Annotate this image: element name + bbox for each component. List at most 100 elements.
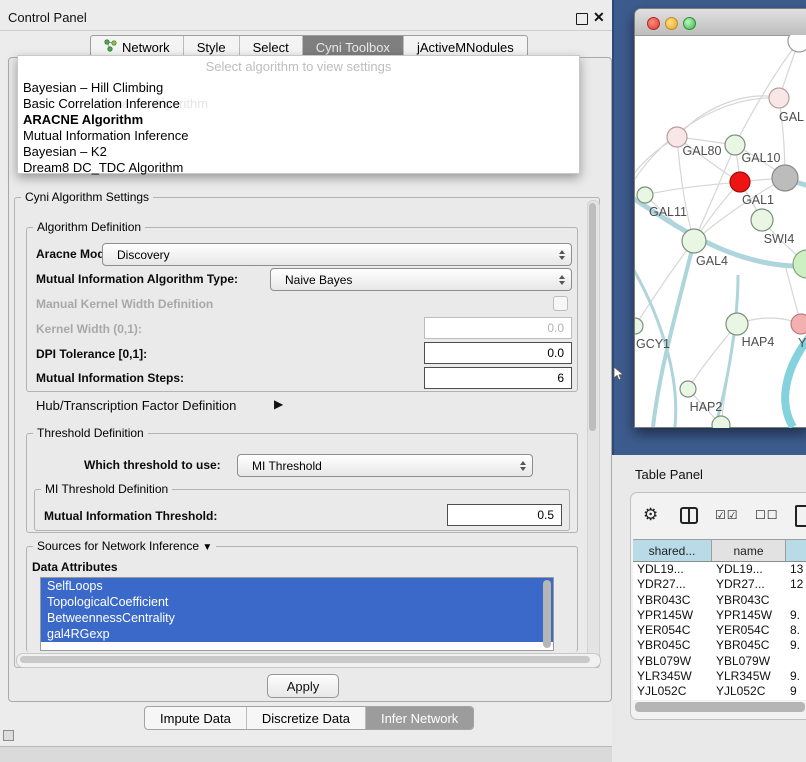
- list-item[interactable]: TopologicalCoefficient: [41, 594, 553, 610]
- network-view-window[interactable]: GAL GAL80 GAL10 GAL1 GAL11 GAL4 SWI4 GCY…: [634, 8, 806, 428]
- bottom-strip: [0, 746, 612, 762]
- list-item[interactable]: BetweennessCentrality: [41, 610, 553, 626]
- algorithm-dropdown-popup: Inference Algorithm Select algorithm to …: [17, 55, 580, 174]
- tab-infer-network[interactable]: Infer Network: [366, 707, 473, 729]
- which-threshold-select[interactable]: MI Threshold: [237, 454, 533, 477]
- hub-section-label[interactable]: Hub/Transcription Factor Definition: [36, 398, 236, 413]
- node-gal4: [682, 229, 706, 253]
- mini-panel-icon[interactable]: [3, 730, 14, 741]
- collapse-arrow-icon[interactable]: ▼: [202, 542, 212, 553]
- menu-item[interactable]: Bayesian – Hill Climbing: [23, 80, 163, 95]
- table-row[interactable]: YBR043C YBR043C: [633, 593, 806, 608]
- node-label: GCY1: [636, 337, 670, 351]
- table-row[interactable]: YPR145W YPR145W 9.: [633, 608, 806, 623]
- apply-button[interactable]: Apply: [267, 674, 339, 698]
- menu-item[interactable]: Dream8 DC_TDC Algorithm: [23, 160, 183, 175]
- sources-group-title: Sources for Network Inference ▼: [33, 539, 216, 553]
- node-hap4: [726, 313, 748, 335]
- table-panel-body: ⚙ ☑☑ ☐☐ shared... name YDL19... YDL19...…: [630, 492, 806, 720]
- table-row[interactable]: YJL052C YJL052C 9: [633, 684, 806, 699]
- menu-item[interactable]: Mutual Information Inference: [23, 128, 188, 143]
- app-screen: Control Panel ✕ Network Style Select Cy: [0, 0, 806, 762]
- table-row[interactable]: YBL079W YBL079W: [633, 654, 806, 669]
- table-row[interactable]: YDR27... YDR27... 12: [633, 577, 806, 592]
- settings-horizontal-scrollbar[interactable]: [16, 653, 601, 668]
- cyni-bottom-tabbar: Impute Data Discretize Data Infer Networ…: [144, 706, 474, 730]
- dpi-tolerance-input[interactable]: 0.0: [424, 342, 572, 364]
- select-all-columns-icon[interactable]: ☑☑: [715, 508, 739, 522]
- mi-threshold-group-title: MI Threshold Definition: [41, 482, 172, 496]
- node-selected-red: [730, 172, 750, 192]
- table-row[interactable]: YER054C YER054C 8.: [633, 623, 806, 638]
- manual-kernel-width-checkbox[interactable]: [553, 296, 568, 311]
- node-gcy1: [635, 318, 643, 334]
- menu-item[interactable]: Bayesian – K2: [23, 144, 107, 159]
- table-row[interactable]: YBR045C YBR045C 9.: [633, 638, 806, 653]
- mi-steps-input[interactable]: 6: [424, 367, 572, 389]
- network-desktop-area: GAL GAL80 GAL10 GAL1 GAL11 GAL4 SWI4 GCY…: [612, 0, 806, 455]
- list-vertical-scrollbar-thumb[interactable]: [543, 580, 551, 648]
- gear-icon[interactable]: ⚙: [643, 505, 658, 525]
- tab-style-label: Style: [197, 40, 226, 55]
- close-icon[interactable]: ✕: [593, 9, 605, 26]
- column-header-shared-name[interactable]: shared...: [633, 540, 712, 561]
- menu-item-highlighted[interactable]: ARACNE Algorithm: [23, 112, 143, 127]
- settings-horizontal-scrollbar-thumb[interactable]: [20, 656, 590, 663]
- node-gray: [772, 165, 798, 191]
- minimize-button[interactable]: [665, 17, 678, 30]
- unselect-all-columns-icon[interactable]: ☐☐: [755, 508, 779, 522]
- data-attributes-label: Data Attributes: [32, 560, 118, 574]
- tab-select-label: Select: [253, 40, 289, 55]
- node-label: GAL10: [742, 151, 781, 165]
- column-header-partial[interactable]: [786, 540, 806, 561]
- stepper-arrows-icon: [559, 250, 565, 260]
- tab-impute-data[interactable]: Impute Data: [145, 707, 247, 729]
- tab-network-label: Network: [122, 40, 170, 55]
- network-graph-canvas[interactable]: GAL GAL80 GAL10 GAL1 GAL11 GAL4 SWI4 GCY…: [635, 35, 806, 428]
- node-label: SWI4: [764, 232, 795, 246]
- zoom-button[interactable]: [683, 17, 696, 30]
- settings-vertical-scrollbar-thumb[interactable]: [589, 203, 596, 431]
- node-label: GAL80: [683, 144, 722, 158]
- tab-jactivemnodules-label: jActiveMNodules: [417, 40, 514, 55]
- aracne-mode-value: Discovery: [117, 248, 170, 262]
- node-label: GAL: [779, 110, 804, 124]
- node-gal11: [637, 187, 653, 203]
- kernel-width-label: Kernel Width (0,1):: [36, 322, 142, 336]
- threshold-definition-title: Threshold Definition: [33, 426, 148, 440]
- stepper-arrows-icon: [559, 275, 565, 285]
- tab-cyni-toolbox-label: Cyni Toolbox: [316, 40, 390, 55]
- which-threshold-label: Which threshold to use:: [84, 458, 221, 472]
- expand-arrow-icon[interactable]: ▶: [274, 397, 283, 411]
- columns-icon[interactable]: [680, 507, 698, 524]
- column-header-name[interactable]: name: [712, 540, 786, 561]
- node-pink: [791, 314, 806, 334]
- list-item[interactable]: SelfLoops: [41, 578, 553, 594]
- kernel-width-input[interactable]: 0.0: [424, 317, 572, 339]
- menu-item[interactable]: Basic Correlation Inference: [23, 96, 180, 111]
- table-row[interactable]: YDL19... YDL19... 13: [633, 562, 806, 577]
- settings-vertical-scrollbar[interactable]: [587, 200, 600, 660]
- table-panel: Table Panel ⚙ ☑☑ ☐☐ shared... name YDL19…: [612, 455, 806, 762]
- mi-algorithm-type-select[interactable]: Naive Bayes: [270, 268, 572, 291]
- node: [712, 416, 730, 428]
- network-icon: [104, 39, 117, 55]
- table-horizontal-scrollbar-thumb[interactable]: [635, 702, 805, 712]
- data-attributes-list[interactable]: SelfLoops TopologicalCoefficient Between…: [40, 577, 554, 651]
- node-attribute-table[interactable]: shared... name YDL19... YDL19... 13 YDR2…: [633, 539, 806, 700]
- mi-threshold-input[interactable]: 0.5: [447, 504, 562, 526]
- list-item[interactable]: gal4RGexp: [41, 626, 553, 642]
- network-window-titlebar[interactable]: [635, 9, 806, 36]
- table-row[interactable]: YLR345W YLR345W 9.: [633, 669, 806, 684]
- aracne-mode-select[interactable]: Discovery: [102, 243, 572, 266]
- node-label: Y: [798, 336, 806, 350]
- stepper-arrows-icon: [520, 461, 526, 471]
- node-label: HAP2: [690, 400, 723, 414]
- node: [788, 35, 806, 52]
- node-label: GAL11: [649, 205, 687, 219]
- document-icon[interactable]: [795, 505, 806, 527]
- close-button[interactable]: [647, 17, 660, 30]
- tab-discretize-data[interactable]: Discretize Data: [247, 707, 366, 729]
- mi-algorithm-type-label: Mutual Information Algorithm Type:: [36, 272, 238, 286]
- float-panel-icon[interactable]: [576, 13, 588, 25]
